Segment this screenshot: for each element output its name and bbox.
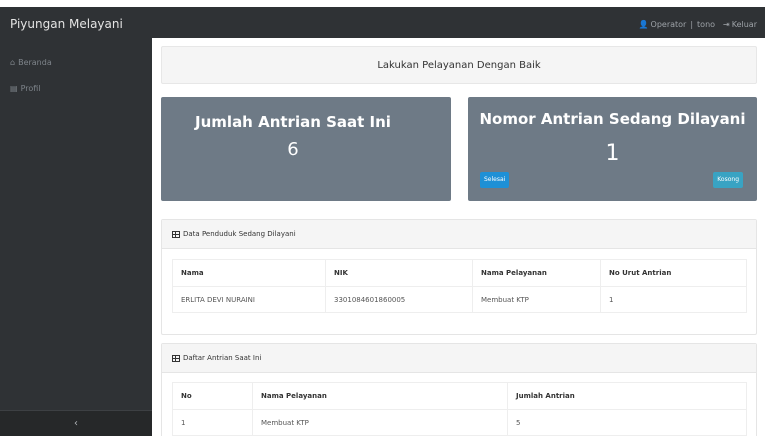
chevron-left-icon: ‹: [74, 418, 78, 429]
column-header: Nama Pelayanan: [252, 382, 508, 410]
logout-icon: ⇥: [723, 20, 730, 29]
current-queue-card: Nomor Antrian Sedang Dilayani 1 Selesai …: [468, 97, 757, 201]
table-cell: 1: [172, 409, 253, 436]
sidebar-item-label: Profil: [20, 84, 41, 93]
user-icon: 👤: [638, 20, 649, 29]
column-header: Nama: [172, 259, 326, 287]
main-content: Lakukan Pelayanan Dengan Baik Jumlah Ant…: [152, 38, 765, 436]
panel-heading: Data Penduduk Sedang Dilayani: [162, 220, 756, 249]
table-icon: [172, 354, 180, 362]
queue-total-title: Jumlah Antrian Saat Ini: [195, 113, 391, 131]
selesai-button[interactable]: Selesai: [480, 172, 510, 188]
table-row: ERLITA DEVI NURAINI 3301084601860005 Mem…: [172, 286, 747, 313]
table-cell: 3301084601860005: [325, 286, 473, 313]
column-header: No Urut Antrian: [600, 259, 747, 287]
table-row: 1 Membuat KTP 5: [172, 409, 747, 436]
column-header: No: [172, 382, 253, 410]
sidebar-item-label: Beranda: [18, 58, 52, 67]
column-header: Nama Pelayanan: [472, 259, 601, 287]
table-cell: Membuat KTP: [472, 286, 601, 313]
table-cell: Membuat KTP: [252, 409, 508, 436]
current-queue-value: 1: [605, 141, 620, 166]
welcome-banner: Lakukan Pelayanan Dengan Baik: [161, 46, 757, 84]
user-separator: |: [690, 20, 694, 29]
current-resident-panel: Data Penduduk Sedang Dilayani Nama NIK N…: [161, 219, 757, 335]
queue-list-table: No Nama Pelayanan Jumlah Antrian 1 Membu…: [172, 382, 747, 436]
queue-list-panel: Daftar Antrian Saat Ini No Nama Pelayana…: [161, 343, 757, 436]
user-menu: 👤 Operator | tono ⇥ Keluar: [639, 20, 757, 29]
logout-link[interactable]: Keluar: [732, 20, 757, 29]
table-header-row: Nama NIK Nama Pelayanan No Urut Antrian: [172, 259, 747, 287]
sidebar-item-profil[interactable]: ▤ Profil: [10, 84, 41, 93]
table-cell: 5: [507, 409, 747, 436]
queue-total-card: Jumlah Antrian Saat Ini 6: [161, 97, 451, 201]
app-brand[interactable]: Piyungan Melayani: [10, 17, 123, 31]
current-resident-table: Nama NIK Nama Pelayanan No Urut Antrian …: [172, 259, 747, 313]
home-icon: ⌂: [10, 58, 16, 67]
panel-title: Data Penduduk Sedang Dilayani: [183, 230, 296, 238]
table-header-row: No Nama Pelayanan Jumlah Antrian: [172, 382, 747, 410]
current-queue-title: Nomor Antrian Sedang Dilayani: [479, 110, 746, 128]
user-role-link[interactable]: Operator: [651, 20, 687, 29]
table-cell: 1: [600, 286, 747, 313]
username-link[interactable]: tono: [697, 20, 715, 29]
column-header: NIK: [325, 259, 473, 287]
sidebar-collapse-button[interactable]: ‹: [0, 410, 152, 436]
sidebar: ⌂ Beranda ▤ Profil ‹: [0, 38, 152, 436]
queue-total-value: 6: [287, 139, 299, 160]
panel-title: Daftar Antrian Saat Ini: [183, 354, 262, 362]
kosong-button[interactable]: Kosong: [713, 172, 743, 188]
sidebar-item-beranda[interactable]: ⌂ Beranda: [10, 58, 52, 67]
panel-heading: Daftar Antrian Saat Ini: [162, 344, 756, 373]
table-cell: ERLITA DEVI NURAINI: [172, 286, 326, 313]
table-icon: [172, 230, 180, 238]
book-icon: ▤: [10, 84, 18, 93]
column-header: Jumlah Antrian: [507, 382, 747, 410]
